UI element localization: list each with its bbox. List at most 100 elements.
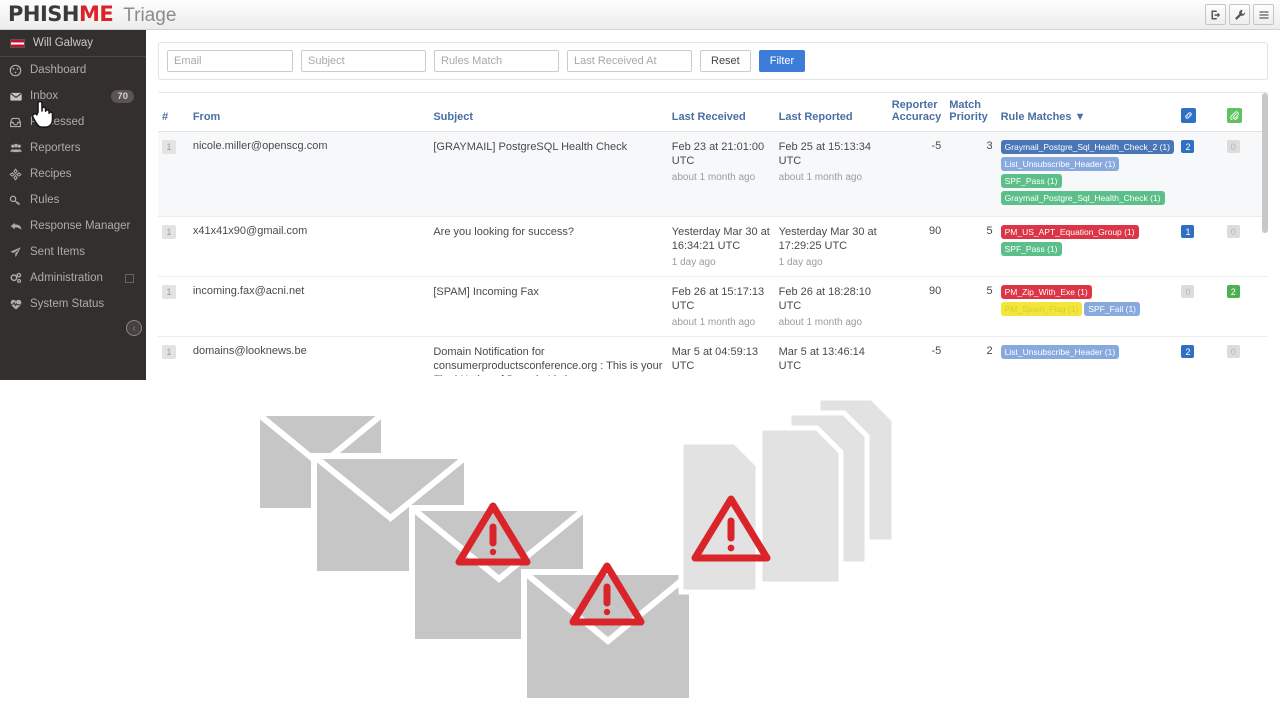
table-row[interactable]: 1 nicole.miller@openscg.com [GRAYMAIL] Pos…: [158, 131, 1268, 217]
rule-match-tag[interactable]: PM_Spam_Flag (1): [1000, 302, 1083, 316]
main-content: Reset Filter # From Subject Last Receive…: [146, 30, 1280, 380]
header-rule-matches[interactable]: Rule Matches ▼: [996, 93, 1178, 132]
cell-from[interactable]: incoming.fax@acni.net: [188, 276, 430, 337]
rules-match-filter-input[interactable]: [434, 50, 559, 72]
cell-from[interactable]: domains@looknews.be: [188, 336, 430, 376]
rule-match-tag[interactable]: Graymail_Postgre_Sql_Health_Check (1): [1000, 191, 1165, 205]
sidebar-user-name: Will Galway: [33, 37, 94, 49]
header-reporter-accuracy-line1: Reporter: [891, 99, 938, 111]
cell-subject[interactable]: [SPAM] Incoming Fax: [429, 276, 668, 337]
table-scrollbar[interactable]: [1262, 93, 1268, 376]
document-icon-1: [757, 425, 844, 587]
sidebar-item-processed[interactable]: Processed: [0, 109, 146, 135]
table-row[interactable]: 1 incoming.fax@acni.net [SPAM] Incoming Fa…: [158, 276, 1268, 337]
settings-button[interactable]: [1229, 4, 1250, 25]
sidebar-user[interactable]: Will Galway: [0, 30, 146, 57]
sidebar-item-rules[interactable]: Rules: [0, 187, 146, 213]
rule-match-tag[interactable]: SPF_Pass (1): [1000, 174, 1062, 188]
rule-match-tag[interactable]: Graymail_Postgre_Sql_Health_Check_2 (1): [1000, 140, 1174, 154]
sidebar-collapse-button[interactable]: ‹: [126, 320, 142, 336]
cell-last-received: Mar 5 at 04:59:13 UTC27 days ago: [667, 336, 775, 376]
logout-button[interactable]: [1205, 4, 1226, 25]
cell-from[interactable]: x41x41x90@gmail.com: [188, 216, 430, 277]
header-last-reported[interactable]: Last Reported: [774, 93, 888, 132]
sidebar-item-inbox[interactable]: Inbox 70: [0, 83, 152, 109]
email-filter-input[interactable]: [167, 50, 293, 72]
cell-links-count: 0: [1177, 276, 1223, 337]
paper-plane-icon: [9, 246, 26, 259]
menu-button[interactable]: [1253, 4, 1274, 25]
header-reporter-accuracy[interactable]: Reporter Accuracy: [887, 93, 946, 132]
date-value: Feb 23 at 21:01:00 UTC: [671, 141, 765, 167]
sidebar-item-system-status[interactable]: System Status: [0, 291, 146, 317]
sidebar-item-response-manager[interactable]: Response Manager: [0, 213, 146, 239]
paperclip-icon: [1226, 108, 1242, 123]
header-links[interactable]: [1177, 93, 1223, 132]
email-table: # From Subject Last Received Last Report…: [158, 93, 1268, 376]
product-name: Triage: [123, 5, 177, 26]
subject-filter-input[interactable]: [301, 50, 426, 72]
cell-last-reported: Mar 5 at 13:46:14 UTC26 days ago: [774, 336, 888, 376]
cell-subject[interactable]: [GRAYMAIL] PostgreSQL Health Check: [429, 131, 668, 217]
inbox-envelope-icon: [9, 90, 26, 103]
rule-match-tag[interactable]: PM_Zip_With_Exe (1): [1000, 285, 1092, 299]
rule-match-tag[interactable]: List_Unsubscribe_Header (1): [1000, 157, 1120, 171]
header-reporter-accuracy-line2: Accuracy: [891, 111, 942, 123]
cell-subject[interactable]: Are you looking for success?: [429, 216, 668, 277]
cell-links-count: 2: [1177, 131, 1223, 217]
last-received-at-filter-input[interactable]: [567, 50, 692, 72]
header-last-received[interactable]: Last Received: [667, 93, 775, 132]
table-scrollbar-thumb[interactable]: [1262, 93, 1268, 233]
sidebar-item-recipes[interactable]: Recipes: [0, 161, 146, 187]
cell-row-number: 1: [158, 336, 189, 376]
cell-match-priority: 5: [945, 276, 997, 337]
cell-row-number: 1: [158, 131, 189, 217]
header-match-priority[interactable]: Match Priority: [945, 93, 997, 132]
cell-rule-matches: List_Unsubscribe_Header (1): [996, 336, 1178, 376]
brand-primary-text: PHISH: [8, 2, 79, 26]
row-number-badge: 1: [162, 140, 176, 154]
cell-subject[interactable]: Domain Notification for consumerproducts…: [429, 336, 668, 376]
cell-links-count-badge: 0: [1181, 285, 1195, 298]
sidebar-item-administration[interactable]: Administration: [0, 265, 146, 291]
sidebar-item-reporters[interactable]: Reporters: [0, 135, 146, 161]
rule-match-tag[interactable]: List_Unsubscribe_Header (1): [1000, 345, 1120, 359]
relative-time: 1 day ago: [778, 257, 823, 268]
sidebar-item-sent-items[interactable]: Sent Items: [0, 239, 146, 265]
recipes-icon: [9, 167, 26, 181]
relative-time: 1 day ago: [671, 257, 716, 268]
cell-rule-matches: Graymail_Postgre_Sql_Health_Check_2 (1) L…: [996, 131, 1178, 217]
sidebar: Will Galway Dashboard Inbox 70 Processed: [0, 30, 152, 380]
cell-row-number: 1: [158, 216, 189, 277]
key-icon: [9, 194, 26, 207]
dashboard-icon: [9, 64, 26, 77]
table-row[interactable]: 1 x41x41x90@gmail.com Are you looking for …: [158, 216, 1268, 277]
relative-time: about 1 month ago: [671, 172, 756, 183]
rule-match-tag[interactable]: SPF_Pass (1): [1000, 242, 1062, 256]
reset-button[interactable]: Reset: [700, 50, 751, 72]
table-row[interactable]: 1 domains@looknews.be Domain Notification …: [158, 336, 1268, 376]
users-icon: [9, 142, 26, 155]
cell-match-priority: 2: [945, 336, 997, 376]
rule-match-tag[interactable]: PM_US_APT_Equation_Group (1): [1000, 225, 1139, 239]
header-subject[interactable]: Subject: [429, 93, 668, 132]
sidebar-item-dashboard[interactable]: Dashboard: [0, 57, 152, 83]
sidebar-item-label: Recipes: [30, 168, 72, 180]
inbox-count-badge: 70: [111, 89, 134, 103]
rule-match-tag[interactable]: SPF_Fail (1): [1084, 302, 1141, 316]
cell-reporter-accuracy: 90: [887, 276, 946, 337]
relative-time: about 1 month ago: [778, 317, 863, 328]
table-body: 1 nicole.miller@openscg.com [GRAYMAIL] Pos…: [158, 131, 1268, 376]
cell-last-received: Yesterday Mar 30 at 16:34:21 UTC 1 day ag…: [667, 216, 775, 277]
document-stack: [678, 395, 897, 595]
table-header: # From Subject Last Received Last Report…: [158, 93, 1268, 132]
filter-button[interactable]: Filter: [758, 50, 806, 72]
brand-logo[interactable]: PHISH ME Triage: [8, 2, 176, 27]
header-from[interactable]: From: [188, 93, 430, 132]
cell-links-count: 2: [1177, 336, 1223, 376]
date-value: Yesterday Mar 30 at 16:34:21 UTC: [671, 226, 770, 252]
row-number-badge: 1: [162, 285, 176, 299]
cell-attachments-count-badge: 0: [1226, 345, 1240, 358]
cell-from[interactable]: nicole.miller@openscg.com: [188, 131, 430, 217]
subject-text: Are you looking for success?: [433, 226, 574, 238]
